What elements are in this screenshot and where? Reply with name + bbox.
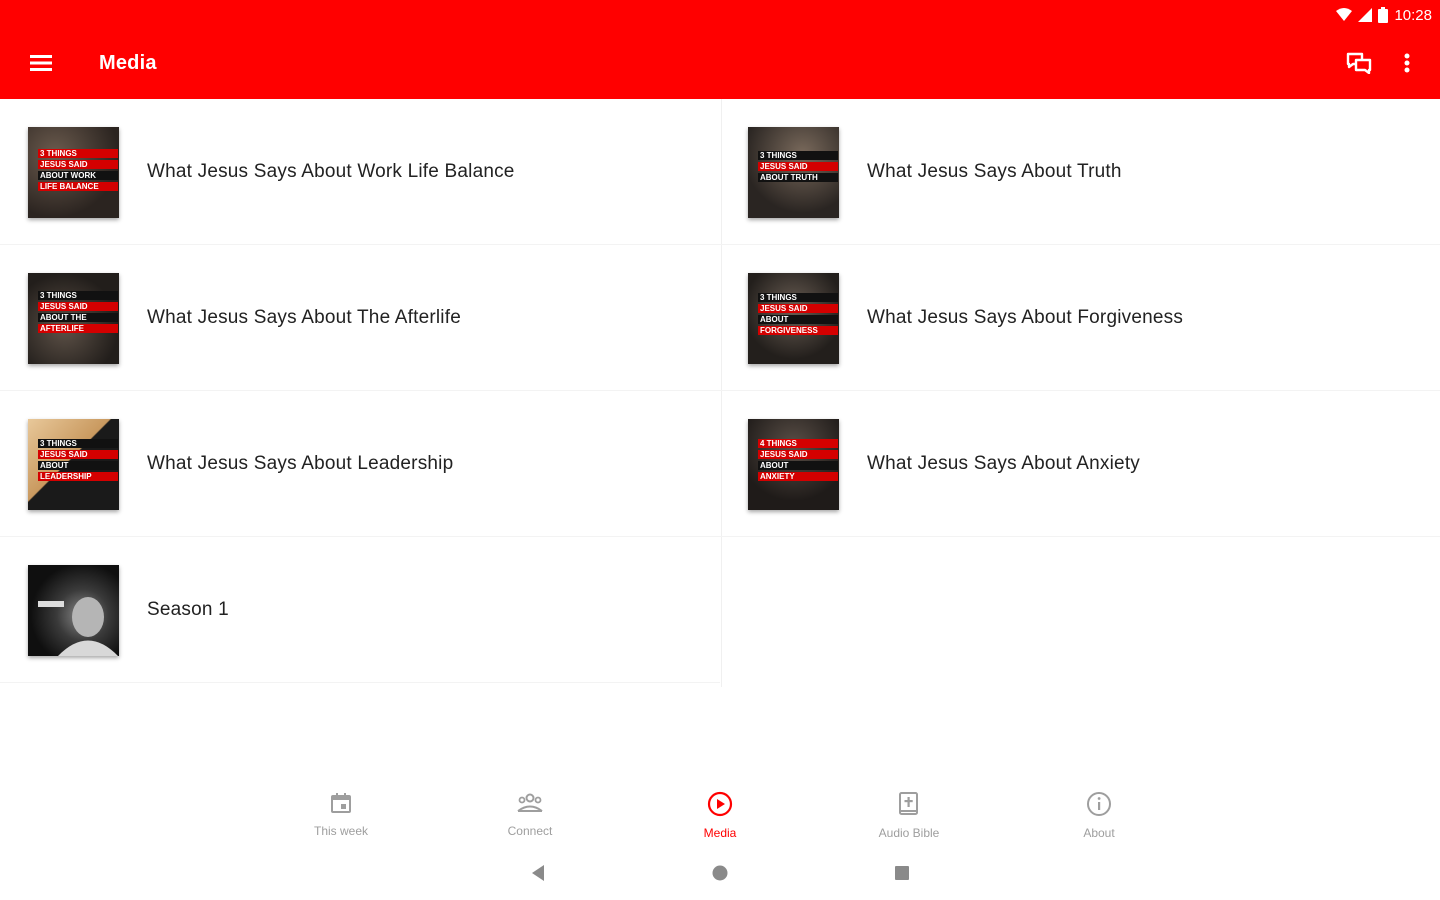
nav-this-week[interactable]: This week <box>281 791 401 843</box>
menu-icon <box>30 54 52 76</box>
thumb-text: ANXIETY <box>758 472 838 481</box>
media-title: What Jesus Says About Work Life Balance <box>147 161 515 182</box>
media-item[interactable]: 3 THINGS JESUS SAID ABOUT TRUTH What Jes… <box>720 99 1440 245</box>
media-title: What Jesus Says About Truth <box>867 161 1122 182</box>
thumb-text: ABOUT WORK <box>38 171 118 180</box>
thumb-text: JESUS SAID <box>758 304 838 313</box>
media-title: What Jesus Says About Forgiveness <box>867 307 1184 328</box>
bottom-navigation: This week Connect Media Audio Bible Abou… <box>0 783 1440 843</box>
app-bar: Media <box>0 30 1440 99</box>
system-navigation <box>0 852 1440 896</box>
thumb-text: LIFE BALANCE <box>38 182 118 191</box>
media-title: Season 1 <box>147 599 229 620</box>
thumb-text: JESUS SAID <box>38 302 118 311</box>
media-item[interactable]: Season 1 <box>0 537 720 683</box>
thumb-text: JESUS SAID <box>38 450 118 459</box>
thumb-text: ABOUT <box>38 461 118 470</box>
media-title: What Jesus Says About The Afterlife <box>147 307 461 328</box>
nav-label: This week <box>313 824 369 838</box>
chat-button[interactable] <box>1343 49 1375 81</box>
chat-icon <box>1346 52 1372 79</box>
recents-button[interactable] <box>889 862 915 888</box>
thumb-text: JESUS SAID <box>758 162 838 171</box>
thumb-text: FORGIVENESS <box>758 326 838 335</box>
thumb-text: 3 THINGS <box>38 149 118 158</box>
play-circle-icon <box>707 791 733 822</box>
page-title: Media <box>99 52 157 74</box>
thumb-text: JESUS SAID <box>38 160 118 169</box>
media-item[interactable]: 3 THINGS JESUS SAID ABOUT FORGIVENESS Wh… <box>720 245 1440 391</box>
back-button[interactable] <box>525 862 551 888</box>
thumb-text: ABOUT <box>758 461 838 470</box>
thumb-text: ABOUT THE <box>38 313 118 322</box>
thumb-text: 3 THINGS <box>38 439 118 448</box>
media-item[interactable]: 3 THINGS JESUS SAID ABOUT THE AFTERLIFE … <box>0 245 720 391</box>
media-thumbnail: 4 THINGS JESUS SAID ABOUT ANXIETY <box>748 419 839 510</box>
media-thumbnail: 3 THINGS JESUS SAID ABOUT WORK LIFE BALA… <box>28 127 119 218</box>
thumb-text: ABOUT <box>758 315 838 324</box>
portrait-graphic <box>38 597 118 656</box>
thumb-text: 3 THINGS <box>38 291 118 300</box>
thumb-text: 4 THINGS <box>758 439 838 448</box>
bible-icon <box>898 791 920 822</box>
media-item[interactable]: 4 THINGS JESUS SAID ABOUT ANXIETY What J… <box>720 391 1440 537</box>
nav-label: Connect <box>507 824 553 838</box>
battery-icon <box>1378 7 1389 23</box>
media-thumbnail: 3 THINGS JESUS SAID ABOUT TRUTH <box>748 127 839 218</box>
nav-connect[interactable]: Connect <box>470 791 590 843</box>
nav-about[interactable]: About <box>1039 791 1159 843</box>
home-button[interactable] <box>707 862 733 888</box>
nav-label: Media <box>703 826 737 840</box>
media-thumbnail: 3 THINGS JESUS SAID ABOUT FORGIVENESS <box>748 273 839 364</box>
nav-audio-bible[interactable]: Audio Bible <box>849 791 969 843</box>
media-title: What Jesus Says About Leadership <box>147 453 454 474</box>
nav-label: Audio Bible <box>878 826 940 840</box>
media-item[interactable]: 3 THINGS JESUS SAID ABOUT WORK LIFE BALA… <box>0 99 720 245</box>
calendar-icon <box>329 791 353 820</box>
thumb-text: ABOUT TRUTH <box>758 173 838 182</box>
people-icon <box>516 791 544 820</box>
more-vert-icon <box>1404 53 1410 78</box>
back-icon <box>529 864 547 887</box>
menu-button[interactable] <box>26 50 56 80</box>
home-icon <box>711 864 729 887</box>
signal-icon <box>1358 8 1373 22</box>
nav-media[interactable]: Media <box>660 791 780 843</box>
thumb-text: LEADERSHIP <box>38 472 118 481</box>
thumb-text: 3 THINGS <box>758 293 838 302</box>
info-icon <box>1086 791 1112 822</box>
thumb-text: AFTERLIFE <box>38 324 118 333</box>
more-options-button[interactable] <box>1393 49 1421 81</box>
recents-icon <box>893 864 911 887</box>
media-thumbnail: 3 THINGS JESUS SAID ABOUT LEADERSHIP <box>28 419 119 510</box>
thumb-text: JESUS SAID <box>758 450 838 459</box>
media-title: What Jesus Says About Anxiety <box>867 453 1140 474</box>
status-time: 10:28 <box>1394 6 1432 24</box>
media-thumbnail <box>28 565 119 656</box>
media-thumbnail: 3 THINGS JESUS SAID ABOUT THE AFTERLIFE <box>28 273 119 364</box>
nav-label: About <box>1083 826 1115 840</box>
wifi-icon <box>1336 8 1353 22</box>
media-item[interactable]: 3 THINGS JESUS SAID ABOUT LEADERSHIP Wha… <box>0 391 720 537</box>
top-bar: 10:28 Media <box>0 0 1440 99</box>
status-bar: 10:28 <box>1336 4 1432 26</box>
thumb-text: 3 THINGS <box>758 151 838 160</box>
